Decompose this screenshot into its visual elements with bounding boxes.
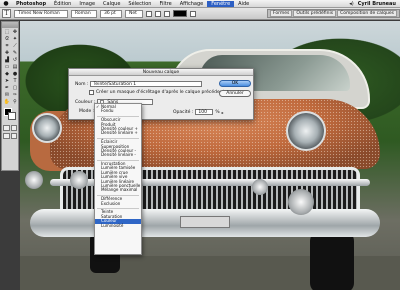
menu-bar: ● Photoshop Édition Image Calque Sélecti… (0, 0, 400, 8)
menu-filtre[interactable]: Filtre (155, 1, 175, 7)
eyedropper-tool-icon[interactable]: ✑ (11, 91, 19, 98)
clip-mask-checkbox[interactable] (89, 90, 94, 95)
warp-text-icon[interactable] (190, 10, 196, 17)
pen-tool-icon[interactable]: ✒ (3, 84, 11, 91)
magic-wand-tool-icon[interactable]: ✦ (11, 35, 19, 42)
menu-image[interactable]: Image (75, 1, 99, 7)
blend-mode-item[interactable]: Luminosité (95, 223, 141, 228)
user-name[interactable]: Cyril Bruneau (358, 1, 396, 7)
menu-fenetre[interactable]: Fenêtre (207, 0, 235, 7)
standard-mode-icon[interactable] (3, 125, 10, 131)
options-bar: T Times New Roman Roman 36 pt Net Formes… (0, 8, 400, 20)
type-tool-icon[interactable]: T (2, 9, 11, 18)
dodge-tool-icon[interactable]: ● (11, 70, 19, 77)
document-canvas[interactable] (20, 21, 400, 290)
screen-modes (2, 132, 18, 140)
clip-row: Créer un masque d'écrêtage d'après le ca… (89, 90, 224, 95)
palette-tab-compositions[interactable]: Composition de calques (337, 10, 397, 17)
palette-well: Formes Outils prédéfinis Composition de … (266, 9, 400, 18)
opacity-label: Opacité : (173, 109, 194, 115)
dialog-title[interactable]: Nouveau calque (69, 69, 253, 76)
name-label: Nom : (75, 81, 89, 87)
menu-extras: ◂) Cyril Bruneau (349, 1, 400, 7)
screen-mode-1-icon[interactable] (3, 133, 10, 139)
quickmask-mode-icon[interactable] (10, 125, 17, 131)
blend-mode-menu: NormalFonduObscurcirProduitDensité coule… (94, 103, 142, 255)
stamp-tool-icon[interactable]: ▟ (3, 56, 11, 63)
menu-edition[interactable]: Édition (50, 1, 75, 7)
color-swatches (2, 108, 18, 124)
slice-tool-icon[interactable]: ⟋ (11, 42, 19, 49)
background-color-swatch[interactable] (8, 112, 16, 120)
photoshop-screen: ● Photoshop Édition Image Calque Sélecti… (0, 0, 400, 290)
move-tool-icon[interactable]: ✥ (11, 28, 19, 35)
ok-button[interactable]: OK (219, 80, 251, 87)
opacity-unit: % (215, 109, 220, 115)
cancel-button[interactable]: Annuler (219, 90, 251, 97)
hand-tool-icon[interactable]: ✋ (3, 98, 11, 105)
name-row: Nom : Teinte/Saturation 1 (75, 81, 203, 87)
screen-mode-2-icon[interactable] (10, 133, 17, 139)
mode-label: Mode : (79, 109, 95, 114)
menu-affichage[interactable]: Affichage (176, 1, 208, 7)
car-tire-right (310, 231, 354, 290)
align-right-icon[interactable] (164, 10, 170, 17)
font-family-select[interactable]: Times New Roman (14, 9, 68, 18)
eraser-tool-icon[interactable]: ▭ (3, 63, 11, 70)
car-headlight-left (32, 113, 62, 143)
opacity-row: Opacité : 100 % ▸ (173, 109, 224, 115)
car-headlight-right (286, 111, 326, 151)
car-foglight-center-left (70, 171, 88, 189)
car-foglight-right (288, 189, 314, 215)
font-style-select[interactable]: Roman (71, 9, 97, 18)
font-size-select[interactable]: 36 pt (100, 9, 122, 18)
shape-tool-icon[interactable]: ▢ (11, 84, 19, 91)
brush-tool-icon[interactable]: ✎ (11, 49, 19, 56)
toolbox: ⬚ ✥ ᘓ ✦ ⌗ ⟋ ✚ ✎ ▟ ↺ ▭ ▤ ◆ ● ➤ T ✒ ▢ ✉ ✑ … (1, 21, 19, 171)
clip-mask-label: Créer un masque d'écrêtage d'après le ca… (96, 90, 225, 95)
healing-tool-icon[interactable]: ✚ (3, 49, 11, 56)
palette-tab-formes[interactable]: Formes (269, 10, 293, 17)
palette-tab-outils[interactable]: Outils prédéfinis (293, 10, 337, 17)
speaker-icon[interactable]: ◂) (349, 1, 353, 7)
notes-tool-icon[interactable]: ✉ (3, 91, 11, 98)
opacity-input[interactable]: 100 (195, 109, 214, 115)
align-center-icon[interactable] (155, 10, 161, 17)
path-select-tool-icon[interactable]: ➤ (3, 77, 11, 84)
marquee-tool-icon[interactable]: ⬚ (3, 28, 11, 35)
lasso-tool-icon[interactable]: ᘓ (3, 35, 11, 42)
gradient-tool-icon[interactable]: ▤ (11, 63, 19, 70)
layer-name-input[interactable]: Teinte/Saturation 1 (90, 81, 203, 87)
mode-row: Mode : (79, 109, 94, 114)
zoom-tool-icon[interactable]: ⚲ (11, 98, 19, 105)
mask-modes (2, 124, 18, 132)
menu-calque[interactable]: Calque (99, 1, 124, 7)
history-brush-icon[interactable]: ↺ (11, 56, 19, 63)
color-label: Couleur : (75, 99, 96, 105)
type-tool-icon-box[interactable]: T (11, 77, 19, 84)
car-foglight-left (25, 171, 43, 189)
opacity-stepper-icon[interactable]: ▸ (222, 110, 224, 115)
antialias-select[interactable]: Net (125, 9, 143, 18)
blur-tool-icon[interactable]: ◆ (3, 70, 11, 77)
text-color-swatch[interactable] (173, 10, 187, 17)
menu-aide[interactable]: Aide (234, 1, 253, 7)
crop-tool-icon[interactable]: ⌗ (3, 42, 11, 49)
menu-selection[interactable]: Sélection (124, 1, 155, 7)
apple-menu-icon[interactable]: ● (0, 0, 12, 7)
car-foglight-center (252, 179, 268, 195)
align-left-icon[interactable] (146, 10, 152, 17)
menu-app-name[interactable]: Photoshop (12, 1, 50, 7)
license-plate (180, 216, 230, 228)
